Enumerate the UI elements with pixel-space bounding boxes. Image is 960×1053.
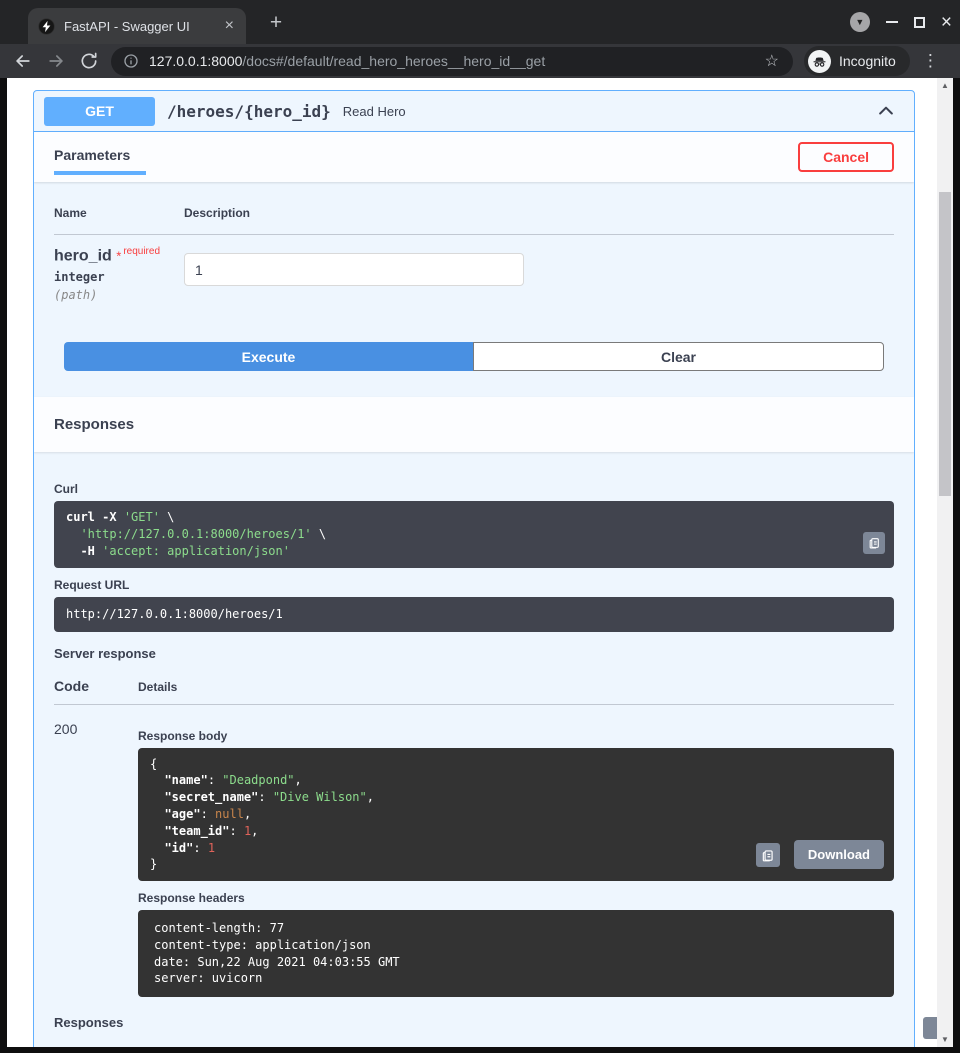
responses-title: Responses xyxy=(54,416,134,433)
cancel-button[interactable]: Cancel xyxy=(798,142,894,172)
endpoint-path: /heroes/{hero_id} xyxy=(167,102,331,121)
parameter-row: hero_id *required integer (path) xyxy=(54,235,894,302)
browser-tab[interactable]: FastAPI - Swagger UI × xyxy=(28,8,246,44)
column-header-name: Name xyxy=(54,206,184,220)
opblock-summary[interactable]: GET /heroes/{hero_id} Read Hero xyxy=(34,91,914,132)
response-headers: content-length: 77 content-type: applica… xyxy=(138,910,894,997)
bookmark-star-icon[interactable]: ☆ xyxy=(765,51,779,71)
parameter-type: integer xyxy=(54,270,184,284)
parameters-table: Name Description hero_id *required integ… xyxy=(34,182,914,342)
execute-button[interactable]: Execute xyxy=(64,342,473,371)
request-url-value: http://127.0.0.1:8000/heroes/1 xyxy=(54,597,894,632)
server-response-label: Server response xyxy=(54,646,894,661)
execute-row: Execute Clear xyxy=(34,342,914,397)
swagger-page: GET /heroes/{hero_id} Read Hero Paramete… xyxy=(7,78,953,1047)
clipboard-icon xyxy=(761,848,775,862)
server-response-row: 200 Response body { "name": "Deadpond", … xyxy=(54,705,894,998)
column-header-code: Code xyxy=(54,678,138,694)
reload-icon[interactable] xyxy=(79,51,99,71)
scroll-up-icon[interactable]: ▲ xyxy=(937,78,953,93)
tab-title: FastAPI - Swagger UI xyxy=(64,19,223,34)
site-info-icon[interactable] xyxy=(123,53,139,69)
url-path: /docs#/default/read_hero_heroes__hero_id… xyxy=(242,53,545,69)
tab-close-icon[interactable]: × xyxy=(223,18,236,34)
browser-titlebar: FastAPI - Swagger UI × + ▼ × xyxy=(0,0,960,44)
parameter-name: hero_id xyxy=(54,247,112,264)
copy-curl-button[interactable] xyxy=(863,532,885,554)
parameter-location: (path) xyxy=(54,288,184,302)
parameters-header: Parameters Cancel xyxy=(34,132,914,182)
fastapi-favicon-icon xyxy=(38,18,55,35)
column-header-description: Description xyxy=(184,206,250,220)
url-bar[interactable]: 127.0.0.1:8000/docs#/default/read_hero_h… xyxy=(111,47,793,76)
required-star: * xyxy=(116,248,121,263)
http-method-badge: GET xyxy=(44,97,155,126)
endpoint-summary: Read Hero xyxy=(343,104,406,119)
response-body-label: Response body xyxy=(138,729,894,743)
status-code: 200 xyxy=(54,721,138,998)
incognito-icon xyxy=(808,50,831,73)
new-tab-icon[interactable]: + xyxy=(262,12,290,33)
clipboard-icon xyxy=(868,536,881,549)
back-icon[interactable] xyxy=(13,51,33,71)
minimize-icon[interactable] xyxy=(886,21,898,23)
responses-section: Curl curl -X 'GET' \ 'http://127.0.0.1:8… xyxy=(34,452,914,1047)
copy-response-button[interactable] xyxy=(756,843,780,867)
browser-toolbar: 127.0.0.1:8000/docs#/default/read_hero_h… xyxy=(0,44,960,78)
window-close-icon[interactable]: × xyxy=(941,13,952,32)
documented-responses-label: Responses xyxy=(54,1015,894,1030)
column-header-details: Details xyxy=(138,680,177,694)
scroll-down-icon[interactable]: ▼ xyxy=(937,1032,953,1047)
forward-icon[interactable] xyxy=(46,51,66,71)
incognito-label: Incognito xyxy=(839,53,896,69)
url-text: 127.0.0.1:8000/docs#/default/read_hero_h… xyxy=(149,53,765,69)
curl-label: Curl xyxy=(54,482,894,496)
maximize-icon[interactable] xyxy=(914,17,925,28)
responses-section-header: Responses xyxy=(34,397,914,452)
scrollbar-thumb[interactable] xyxy=(939,192,951,496)
page-scrollbar[interactable]: ▲ ▼ xyxy=(937,78,953,1047)
curl-command: curl -X 'GET' \ 'http://127.0.0.1:8000/h… xyxy=(54,501,894,567)
hero-id-input[interactable] xyxy=(184,253,524,286)
collapse-chevron-icon[interactable] xyxy=(876,101,896,121)
download-button[interactable]: Download xyxy=(794,840,884,869)
incognito-badge: Incognito xyxy=(804,46,910,76)
window-badge-icon[interactable]: ▼ xyxy=(850,12,870,32)
tab-parameters[interactable]: Parameters xyxy=(54,139,170,175)
response-headers-label: Response headers xyxy=(138,891,894,905)
request-url-label: Request URL xyxy=(54,578,894,592)
clear-button[interactable]: Clear xyxy=(473,342,884,371)
required-label: required xyxy=(123,246,160,257)
opblock-get-heroes: GET /heroes/{hero_id} Read Hero Paramete… xyxy=(33,90,915,1047)
url-host: 127.0.0.1:8000 xyxy=(149,53,242,69)
browser-menu-icon[interactable]: ⋮ xyxy=(922,51,939,71)
